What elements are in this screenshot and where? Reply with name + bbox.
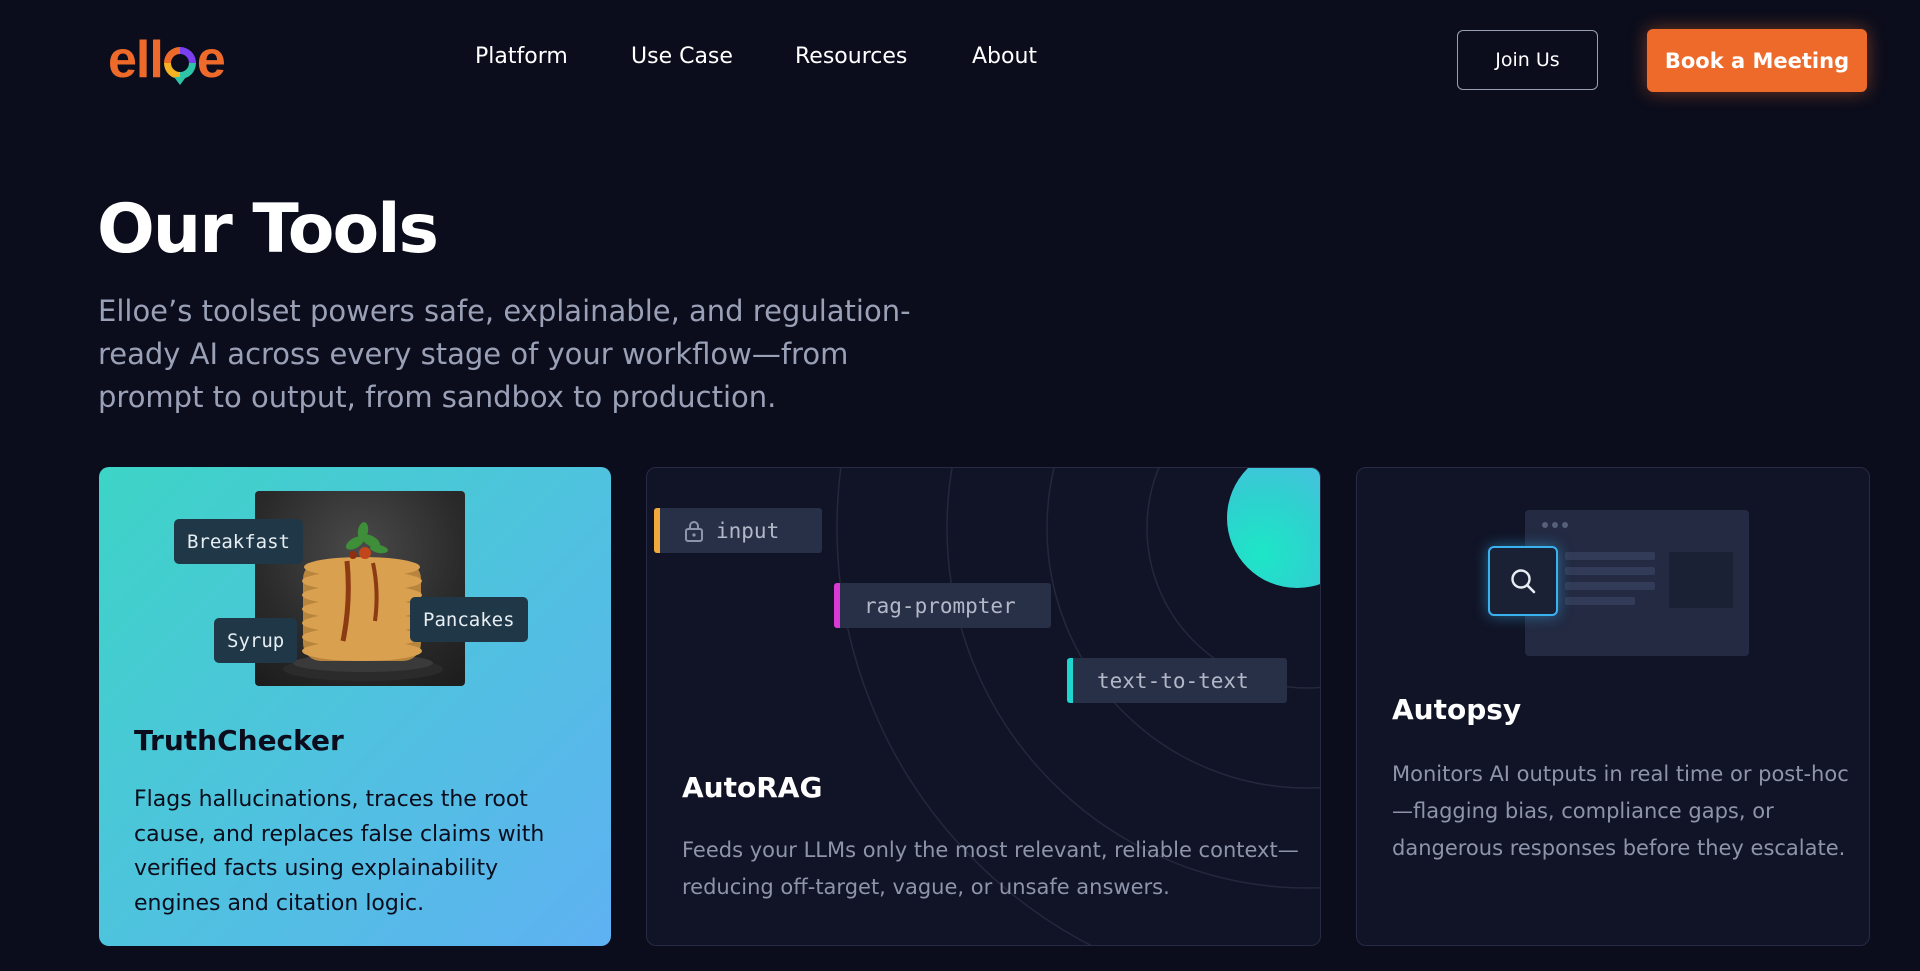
card-title: TruthChecker <box>134 724 344 757</box>
card-description: Feeds your LLMs only the most relevant, … <box>682 838 1299 899</box>
pill-label: input <box>716 518 780 543</box>
browser-window-illustration <box>1525 510 1749 656</box>
text-line <box>1565 552 1655 560</box>
chat-bubble-icon <box>163 47 196 85</box>
tag-syrup: Syrup <box>214 618 298 663</box>
page-title: Our Tools <box>97 190 439 269</box>
card-description: Monitors AI outputs in real time or post… <box>1392 762 1849 860</box>
pill-input: input <box>654 508 822 553</box>
tool-card-autopsy[interactable]: Autopsy Monitors AI outputs in real time… <box>1356 467 1870 946</box>
search-box <box>1488 546 1558 616</box>
text-line <box>1565 582 1655 590</box>
window-dots <box>1542 522 1568 528</box>
nav-item-about[interactable]: About <box>972 44 1037 69</box>
book-meeting-button[interactable]: Book a Meeting <box>1647 29 1867 92</box>
nav-item-platform[interactable]: Platform <box>475 44 568 69</box>
search-icon <box>1511 569 1536 594</box>
tool-card-autorag[interactable]: input rag-prompter text-to-text AutoRAG … <box>646 467 1321 946</box>
pill-rag-prompter: rag-prompter <box>834 583 1051 628</box>
image-placeholder <box>1669 552 1733 608</box>
nav-item-resources[interactable]: Resources <box>795 44 907 69</box>
card-title: AutoRAG <box>682 771 823 804</box>
card-title: Autopsy <box>1392 693 1522 726</box>
tag-pancakes: Pancakes <box>410 597 528 642</box>
card-description: Flags hallucinations, traces the root ca… <box>134 787 545 916</box>
tool-card-truthchecker[interactable]: Breakfast Pancakes Syrup TruthChecker Fl… <box>99 467 611 946</box>
text-line <box>1565 567 1655 575</box>
lock-icon <box>685 521 703 542</box>
join-us-button[interactable]: Join Us <box>1457 30 1598 90</box>
pill-text-to-text: text-to-text <box>1067 658 1287 703</box>
text-line <box>1565 597 1635 605</box>
nav-item-use-case[interactable]: Use Case <box>631 44 733 69</box>
elloe-logo[interactable]: ell e <box>108 30 226 90</box>
site-header: ell e Platform Use Case Resources About J… <box>0 0 1920 120</box>
page-subtitle: Elloe’s toolset powers safe, explainable… <box>98 294 911 414</box>
tag-breakfast: Breakfast <box>174 519 303 564</box>
